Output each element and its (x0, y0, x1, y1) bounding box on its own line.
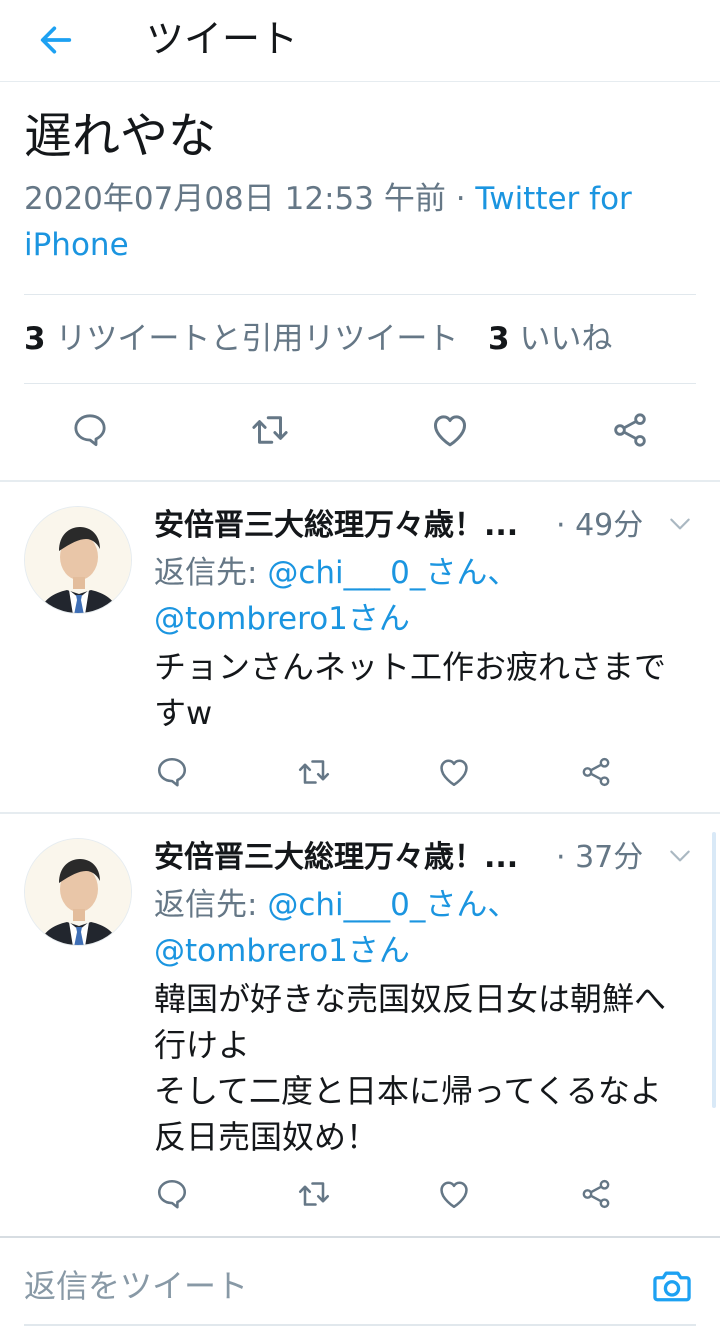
reply-to-prefix: 返信先: (154, 887, 268, 923)
meta-separator: · (445, 181, 476, 217)
like-button[interactable] (428, 408, 472, 452)
back-button[interactable] (34, 18, 78, 62)
share-icon (582, 757, 610, 787)
reply-to-line: 返信先: @chi___0_さん、 @tombrero1さん (154, 882, 694, 974)
top-bar: ツイート (0, 0, 720, 82)
reply-tweet[interactable]: 安倍晋三大総理万々歳！... · 37分 返信先: @chi___0_さん、 @t… (0, 814, 720, 1234)
reply-input[interactable]: 返信をツイート (24, 1258, 624, 1314)
chevron-down-icon (670, 518, 690, 530)
avatar-image (25, 839, 131, 945)
reply-button[interactable] (152, 752, 192, 792)
tweet-text: 遅れやな (24, 108, 217, 164)
reply-icon (157, 1179, 187, 1209)
reply-text: 韓国が好きな売国奴反日女は朝鮮へ 行けよ そして二度と日本に帰ってくるなよ 反日… (154, 980, 667, 1156)
reply-icon (74, 414, 106, 447)
scrollbar[interactable] (712, 832, 716, 1108)
tweet-date: 2020年07月08日 12:53 午前 (24, 181, 446, 217)
share-icon (614, 413, 646, 447)
like-label: いいね (519, 321, 613, 357)
heart-icon (433, 415, 467, 447)
mention-link[interactable]: @chi___0_さん、 (267, 887, 518, 923)
reply-to-line: 返信先: @chi___0_さん、 @tombrero1さん (154, 550, 694, 642)
avatar[interactable] (24, 838, 132, 946)
reply-text: チョンさんネット工作お疲れさまで すw (154, 648, 667, 732)
share-icon (582, 1179, 610, 1209)
mention-link[interactable]: @tombrero1さん (154, 601, 410, 637)
divider (24, 383, 696, 384)
camera-icon (653, 1271, 691, 1302)
reply-menu-button[interactable] (664, 840, 696, 872)
divider (0, 1236, 720, 1238)
like-button[interactable] (434, 752, 474, 792)
reply-time: · 37分 (556, 840, 644, 875)
retweet-icon (298, 760, 330, 784)
reply-author-name[interactable]: 安倍晋三大総理万々歳！... (154, 506, 518, 546)
tweet-stats: 3 リツイートと引用リツイート 3 いいね (24, 314, 612, 364)
arrow-left-icon (40, 26, 72, 54)
like-button[interactable] (434, 1174, 474, 1214)
likes-stat[interactable]: 3 いいね (488, 321, 612, 357)
like-count: 3 (488, 321, 510, 357)
divider (24, 294, 696, 295)
mention-link[interactable]: @tombrero1さん (154, 933, 410, 969)
retweet-button[interactable] (294, 752, 334, 792)
retweet-icon (298, 1182, 330, 1206)
camera-button[interactable] (648, 1262, 696, 1310)
avatar-image (25, 507, 131, 613)
reply-button[interactable] (152, 1174, 192, 1214)
page-title: ツイート (146, 17, 299, 61)
divider (24, 1324, 696, 1326)
share-button[interactable] (608, 408, 652, 452)
retweet-count: 3 (24, 321, 46, 357)
avatar[interactable] (24, 506, 132, 614)
reply-menu-button[interactable] (664, 508, 696, 540)
tweet-text-cutoff: ​ (24, 86, 704, 98)
share-button[interactable] (576, 752, 616, 792)
tweet-meta: 2020年07月08日 12:53 午前 · Twitter for iPhon… (24, 176, 694, 268)
reply-time: · 49分 (556, 508, 644, 543)
retweet-label: リツイートと引用リツイート (55, 321, 459, 357)
retweet-button[interactable] (294, 1174, 334, 1214)
tweet-actions (0, 408, 720, 458)
reply-button[interactable] (68, 408, 112, 452)
heart-icon (440, 759, 468, 787)
reply-author-name[interactable]: 安倍晋三大総理万々歳！... (154, 838, 518, 878)
reply-to-prefix: 返信先: (154, 555, 268, 591)
retweets-stat[interactable]: 3 リツイートと引用リツイート (24, 321, 458, 357)
mention-link[interactable]: @chi___0_さん、 (267, 555, 518, 591)
reply-tweet[interactable]: 安倍晋三大総理万々歳！... · 49分 返信先: @chi___0_さん、 @t… (0, 482, 720, 812)
heart-icon (440, 1181, 468, 1209)
retweet-icon (252, 416, 288, 444)
share-button[interactable] (576, 1174, 616, 1214)
chevron-down-icon (670, 850, 690, 862)
reply-icon (157, 757, 187, 787)
retweet-button[interactable] (248, 408, 292, 452)
